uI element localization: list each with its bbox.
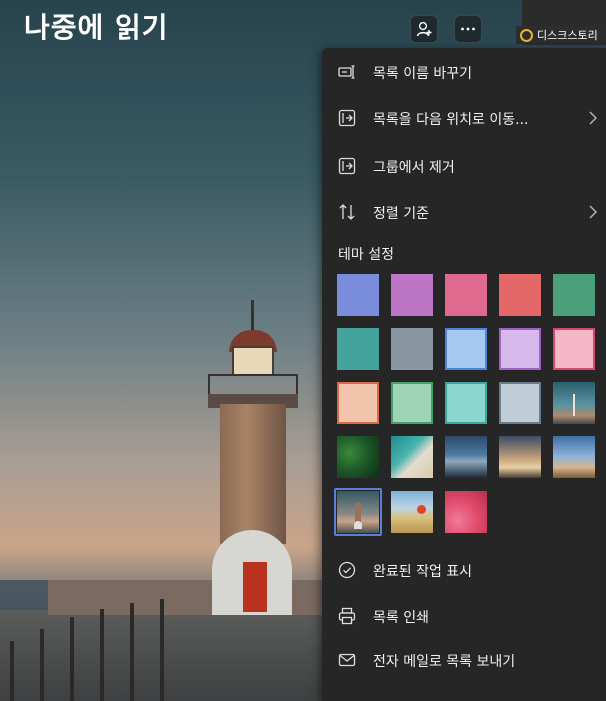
theme-swatch-color[interactable] (553, 274, 595, 316)
menu-item-remove-from-group[interactable]: 그룹에서 제거 (322, 146, 606, 186)
menu-item-email-list[interactable]: 전자 메일로 목록 보내기 (322, 640, 606, 680)
theme-swatch-photo-road[interactable] (553, 436, 595, 478)
pier-railing (0, 596, 180, 701)
rename-icon (338, 65, 355, 79)
chevron-right-icon (589, 205, 597, 219)
theme-swatch-color[interactable] (499, 274, 541, 316)
theme-swatch-color[interactable] (445, 328, 487, 370)
theme-swatch-color[interactable] (553, 328, 595, 370)
theme-section-label: 테마 설정 (338, 247, 394, 263)
theme-swatch-color[interactable] (337, 382, 379, 424)
lighthouse-balcony (208, 374, 298, 396)
menu-item-print-list[interactable]: 목록 인쇄 (322, 596, 606, 636)
theme-swatch-photo-beach[interactable] (391, 436, 433, 478)
menu-item-rename-list[interactable]: 목록 이름 바꾸기 (322, 52, 606, 92)
lighthouse-door (243, 562, 267, 612)
menu-item-label: 전자 메일로 목록 보내기 (373, 654, 516, 670)
tab-favicon-icon (520, 28, 533, 42)
menu-item-move-list[interactable]: 목록을 다음 위치로 이동... (322, 98, 606, 138)
theme-swatch-color[interactable] (445, 382, 487, 424)
remove-from-group-icon (338, 157, 356, 175)
theme-swatch-color[interactable] (391, 382, 433, 424)
menu-item-label: 목록 이름 바꾸기 (373, 66, 473, 82)
page-title: 나중에 읽기 (24, 11, 169, 44)
more-options-button[interactable] (454, 15, 482, 43)
theme-swatch-color[interactable] (337, 274, 379, 316)
mail-icon (338, 653, 356, 667)
menu-item-label: 정렬 기준 (373, 206, 429, 222)
theme-swatch-photo-desert[interactable] (499, 436, 541, 478)
sort-icon (339, 204, 355, 220)
theme-swatch-photo-tower[interactable] (553, 382, 595, 424)
theme-swatch-photo-fern[interactable] (337, 436, 379, 478)
printer-icon (338, 607, 356, 625)
browser-tab[interactable]: 디스크스토리 (516, 26, 606, 44)
menu-item-label: 완료된 작업 표시 (373, 564, 473, 580)
menu-item-label: 목록 인쇄 (373, 610, 429, 626)
theme-swatch-color[interactable] (499, 382, 541, 424)
share-list-button[interactable] (410, 15, 438, 43)
person-add-icon (416, 21, 432, 37)
theme-swatch-photo-pink-abstract[interactable] (445, 491, 487, 533)
list-options-menu: 목록 이름 바꾸기 목록을 다음 위치로 이동... 그룹에서 제거 정렬 기준… (322, 48, 606, 701)
menu-item-sort-by[interactable]: 정렬 기준 (322, 192, 606, 232)
menu-item-show-completed[interactable]: 완료된 작업 표시 (322, 550, 606, 590)
theme-swatch-photo-field[interactable] (391, 491, 433, 533)
theme-swatch-photo-lighthouse[interactable] (337, 491, 379, 533)
theme-swatch-photo-mountains[interactable] (445, 436, 487, 478)
lighthouse-spire (251, 300, 254, 332)
menu-item-label: 목록을 다음 위치로 이동... (373, 112, 529, 128)
theme-swatch-color[interactable] (391, 328, 433, 370)
theme-swatch-color[interactable] (445, 274, 487, 316)
lighthouse-tower (220, 404, 286, 544)
theme-swatch-color[interactable] (337, 328, 379, 370)
menu-item-label: 그룹에서 제거 (373, 160, 455, 176)
theme-swatch-color[interactable] (391, 274, 433, 316)
lighthouse-lantern (232, 346, 274, 376)
check-circle-icon (338, 561, 356, 579)
theme-swatch-color[interactable] (499, 328, 541, 370)
more-horizontal-icon (461, 27, 475, 31)
browser-tab-label: 디스크스토리 (537, 29, 598, 42)
move-list-icon (338, 109, 356, 127)
chevron-right-icon (589, 111, 597, 125)
